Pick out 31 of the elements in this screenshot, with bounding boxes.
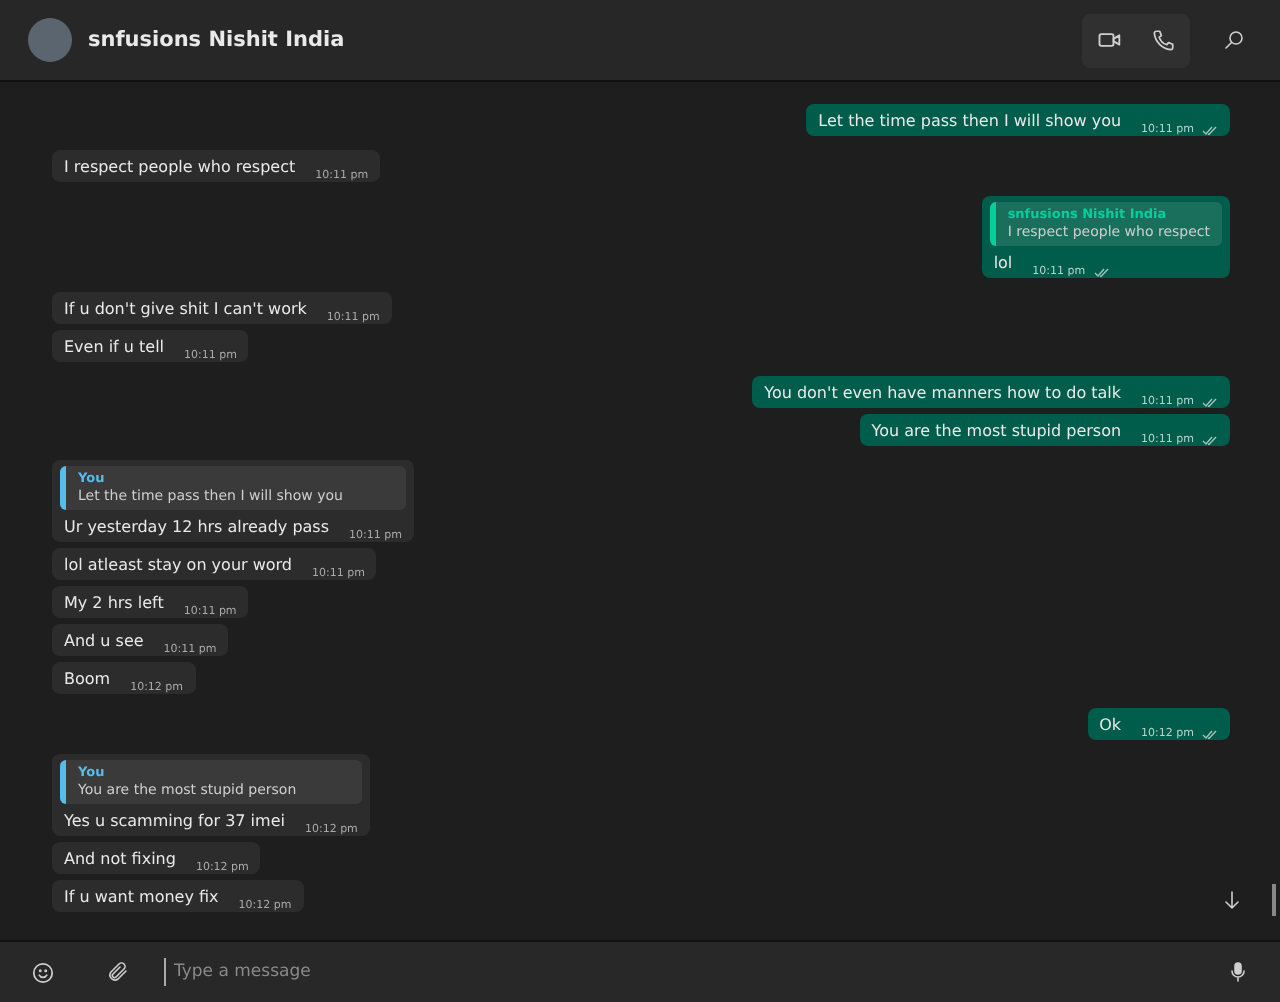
paperclip-icon [105, 960, 129, 984]
message-text: Ok [1099, 714, 1122, 736]
double-check-icon [1093, 267, 1110, 277]
message-text: Boom [64, 668, 111, 690]
double-check-icon [1202, 397, 1218, 407]
smiley-icon [30, 959, 56, 985]
message-text: You are the most stupid person [871, 420, 1122, 442]
scrollbar-thumb[interactable] [1272, 884, 1276, 916]
phone-icon [1150, 27, 1176, 53]
message-text: If u don't give shit I can't work [64, 298, 307, 320]
message-text: My 2 hrs left [64, 592, 164, 614]
contact-name: snfusions Nishit India [88, 28, 347, 52]
message-text: And not fixing [64, 848, 176, 870]
double-check-icon [1202, 435, 1218, 445]
contact-avatar[interactable] [28, 18, 72, 62]
message-text: I respect people who respect [64, 156, 296, 178]
down-arrow-icon [1220, 888, 1244, 912]
message-text: Ur yesterday 12 hrs already pass [64, 516, 330, 538]
double-check-icon [1202, 125, 1218, 135]
message-input[interactable]: Type a message [164, 958, 1190, 986]
message-text: Let the time pass then I will show you [818, 110, 1122, 132]
search-icon [1221, 28, 1245, 52]
double-check-icon [1202, 729, 1218, 739]
message-text: You don't even have manners how to do talk [764, 382, 1122, 404]
message-text: Yes u scamming for 37 imei [64, 810, 285, 832]
message-text: If u want money fix [64, 886, 219, 908]
message-text: lol atleast stay on your word [64, 554, 293, 576]
message-text: And u see [64, 630, 144, 652]
message-text: Even if u tell [64, 336, 165, 358]
message-text: lol [993, 252, 1013, 274]
microphone-icon [1225, 960, 1249, 984]
